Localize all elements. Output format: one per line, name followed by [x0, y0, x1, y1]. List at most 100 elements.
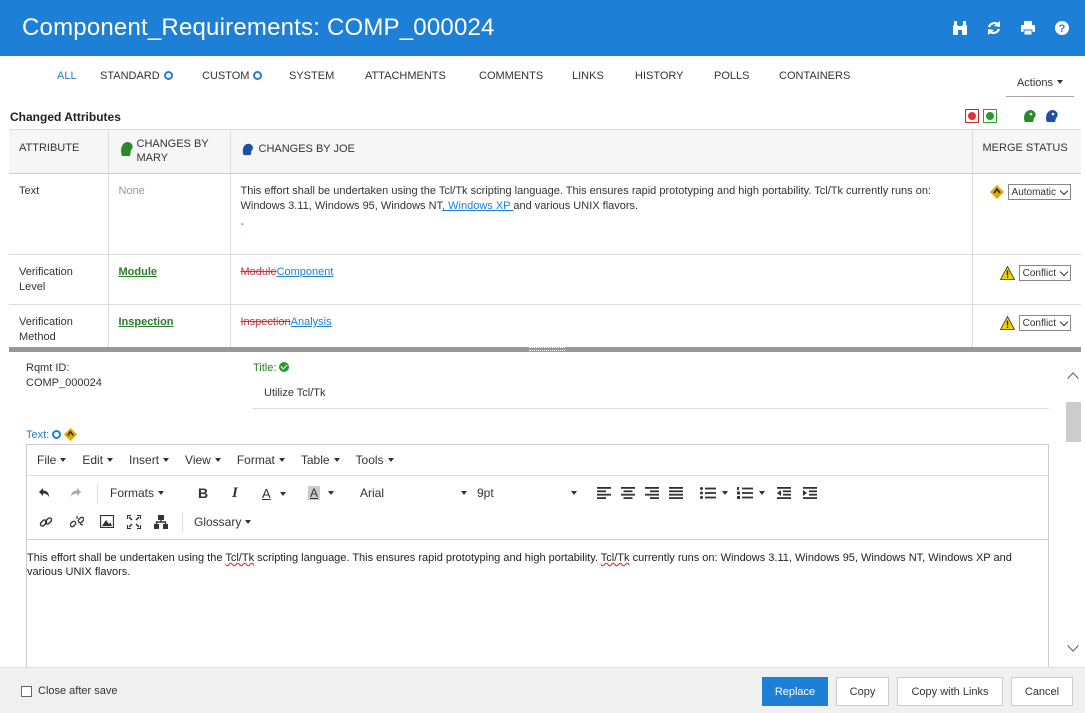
joe-head-icon[interactable] — [1043, 108, 1061, 124]
font-size-select[interactable]: 9pt — [477, 486, 577, 500]
chevron-down-icon[interactable] — [1067, 640, 1079, 652]
table-row: Text None This effort shall be undertake… — [9, 173, 1081, 255]
joe-text-tail: and various UNIX flavors. — [513, 200, 639, 212]
pane-splitter[interactable] — [9, 347, 1081, 352]
mary-head-icon[interactable] — [1021, 108, 1039, 124]
svg-text:?: ? — [1059, 23, 1066, 35]
tab-containers[interactable]: CONTAINERS — [779, 70, 850, 82]
column-header-joe-label: CHANGES BY JOE — [258, 143, 355, 155]
image-icon[interactable] — [100, 515, 114, 528]
fullscreen-icon[interactable] — [127, 515, 141, 529]
merge-status-cell: Automatic — [972, 173, 1081, 255]
refresh-icon[interactable] — [977, 15, 1011, 41]
copy-with-links-button[interactable]: Copy with Links — [897, 677, 1003, 706]
tab-history[interactable]: HISTORY — [635, 70, 684, 82]
font-family-value: Arial — [360, 486, 385, 500]
joe-inserted-text[interactable]: Component — [277, 266, 334, 278]
tab-standard[interactable]: STANDARD — [100, 70, 173, 82]
tab-bar: ALL STANDARD CUSTOM SYSTEM ATTACHMENTS C… — [0, 56, 1085, 102]
content-text: scripting language. This ensures rapid p… — [254, 552, 601, 564]
modified-dot-icon — [253, 71, 263, 80]
menu-file[interactable]: File — [37, 453, 67, 467]
bold-icon[interactable]: B — [198, 485, 208, 501]
column-header-merge-status: MERGE STATUS — [972, 129, 1081, 174]
text-label-text: Text: — [26, 428, 50, 441]
menu-table[interactable]: Table — [301, 453, 340, 467]
tab-links[interactable]: LINKS — [572, 70, 604, 82]
tab-attachments[interactable]: ATTACHMENTS — [365, 70, 446, 82]
detail-scrollbar[interactable] — [1064, 352, 1085, 667]
binoculars-icon[interactable] — [943, 15, 977, 41]
replace-button[interactable]: Replace — [762, 677, 828, 706]
mary-value-link[interactable]: Module — [119, 266, 158, 278]
mary-value: Module — [108, 254, 231, 305]
text-color-icon: A — [262, 486, 271, 501]
joe-inserted-text[interactable]: Analysis — [291, 316, 332, 328]
unlink-icon[interactable] — [70, 515, 84, 529]
menu-tools[interactable]: Tools — [356, 453, 394, 467]
glossary-label: Glossary — [194, 515, 242, 529]
editor-menubar: File Edit Insert View Format Table Tools — [27, 445, 1048, 476]
merge-status-select[interactable]: Conflict — [1018, 315, 1071, 331]
splitter-grip[interactable] — [529, 347, 565, 351]
toolbar-separator — [182, 513, 183, 533]
menu-edit[interactable]: Edit — [82, 453, 114, 467]
chevron-up-icon[interactable] — [1067, 372, 1079, 384]
tab-all[interactable]: ALL — [57, 70, 77, 82]
bullet-list-dropdown[interactable] — [700, 487, 728, 499]
scrollbar-thumb[interactable] — [1066, 402, 1081, 442]
menu-insert[interactable]: Insert — [129, 453, 170, 467]
tab-comments[interactable]: COMMENTS — [479, 70, 543, 82]
tab-custom[interactable]: CUSTOM — [202, 70, 263, 82]
outdent-icon[interactable] — [777, 487, 791, 499]
tab-label: HISTORY — [635, 70, 684, 82]
align-right-icon[interactable] — [645, 487, 659, 499]
footer-bar: Close after save Replace Copy Copy with … — [0, 667, 1085, 713]
editor-content[interactable]: This effort shall be undertaken using th… — [27, 540, 1048, 579]
font-size-value: 9pt — [477, 486, 494, 500]
undo-icon[interactable] — [37, 486, 51, 500]
menu-label: Format — [236, 453, 275, 467]
numbered-list-dropdown[interactable] — [737, 487, 765, 499]
copy-button[interactable]: Copy — [836, 677, 889, 706]
align-center-icon[interactable] — [621, 487, 635, 499]
tab-polls[interactable]: POLLS — [714, 70, 749, 82]
close-after-save-label: Close after save — [38, 685, 118, 697]
redo-icon[interactable] — [69, 486, 83, 500]
text-label: Text: — [26, 428, 78, 441]
column-header-mary-line1: CHANGES BY — [136, 138, 209, 150]
close-after-save-checkbox[interactable] — [21, 686, 32, 697]
font-family-select[interactable]: Arial — [360, 486, 467, 500]
menu-label: Table — [300, 453, 330, 467]
merge-status-select[interactable]: Automatic — [1007, 184, 1071, 200]
tab-system[interactable]: SYSTEM — [289, 70, 334, 82]
link-icon[interactable] — [39, 515, 53, 529]
cancel-button[interactable]: Cancel — [1011, 677, 1073, 706]
caret-down-icon — [1057, 80, 1064, 84]
title-field[interactable]: Utilize Tcl/Tk — [253, 377, 1049, 409]
text-color-dropdown[interactable]: A — [262, 486, 286, 501]
accept-all-mine-icon[interactable] — [983, 109, 997, 123]
table-row: Verification Method Inspection Inspectio… — [9, 304, 1081, 352]
indent-icon[interactable] — [803, 487, 817, 499]
menu-view[interactable]: View — [185, 453, 221, 467]
align-left-icon[interactable] — [597, 487, 611, 499]
check-icon — [279, 362, 290, 372]
menu-format[interactable]: Format — [237, 453, 285, 467]
merge-status-value: Automatic — [1011, 186, 1056, 198]
print-icon[interactable] — [1011, 15, 1045, 41]
glossary-dropdown[interactable]: Glossary — [194, 515, 252, 529]
actions-dropdown[interactable]: Actions — [1006, 73, 1074, 97]
mary-value-link[interactable]: Inspection — [119, 316, 174, 328]
merge-status-select[interactable]: Conflict — [1018, 265, 1071, 281]
help-icon[interactable]: ? — [1045, 15, 1079, 41]
background-color-icon: A — [308, 486, 321, 500]
hierarchy-icon[interactable] — [154, 515, 168, 529]
attribute-name: Verification Method — [9, 304, 109, 352]
table-header-row: ATTRIBUTE CHANGES BY MARY CHANGES BY JOE … — [9, 129, 1081, 174]
background-color-dropdown[interactable]: A — [308, 486, 335, 500]
formats-dropdown[interactable]: Formats — [110, 486, 165, 500]
align-justify-icon[interactable] — [669, 487, 683, 499]
italic-icon[interactable]: I — [232, 485, 238, 502]
accept-all-theirs-icon[interactable] — [965, 109, 979, 123]
